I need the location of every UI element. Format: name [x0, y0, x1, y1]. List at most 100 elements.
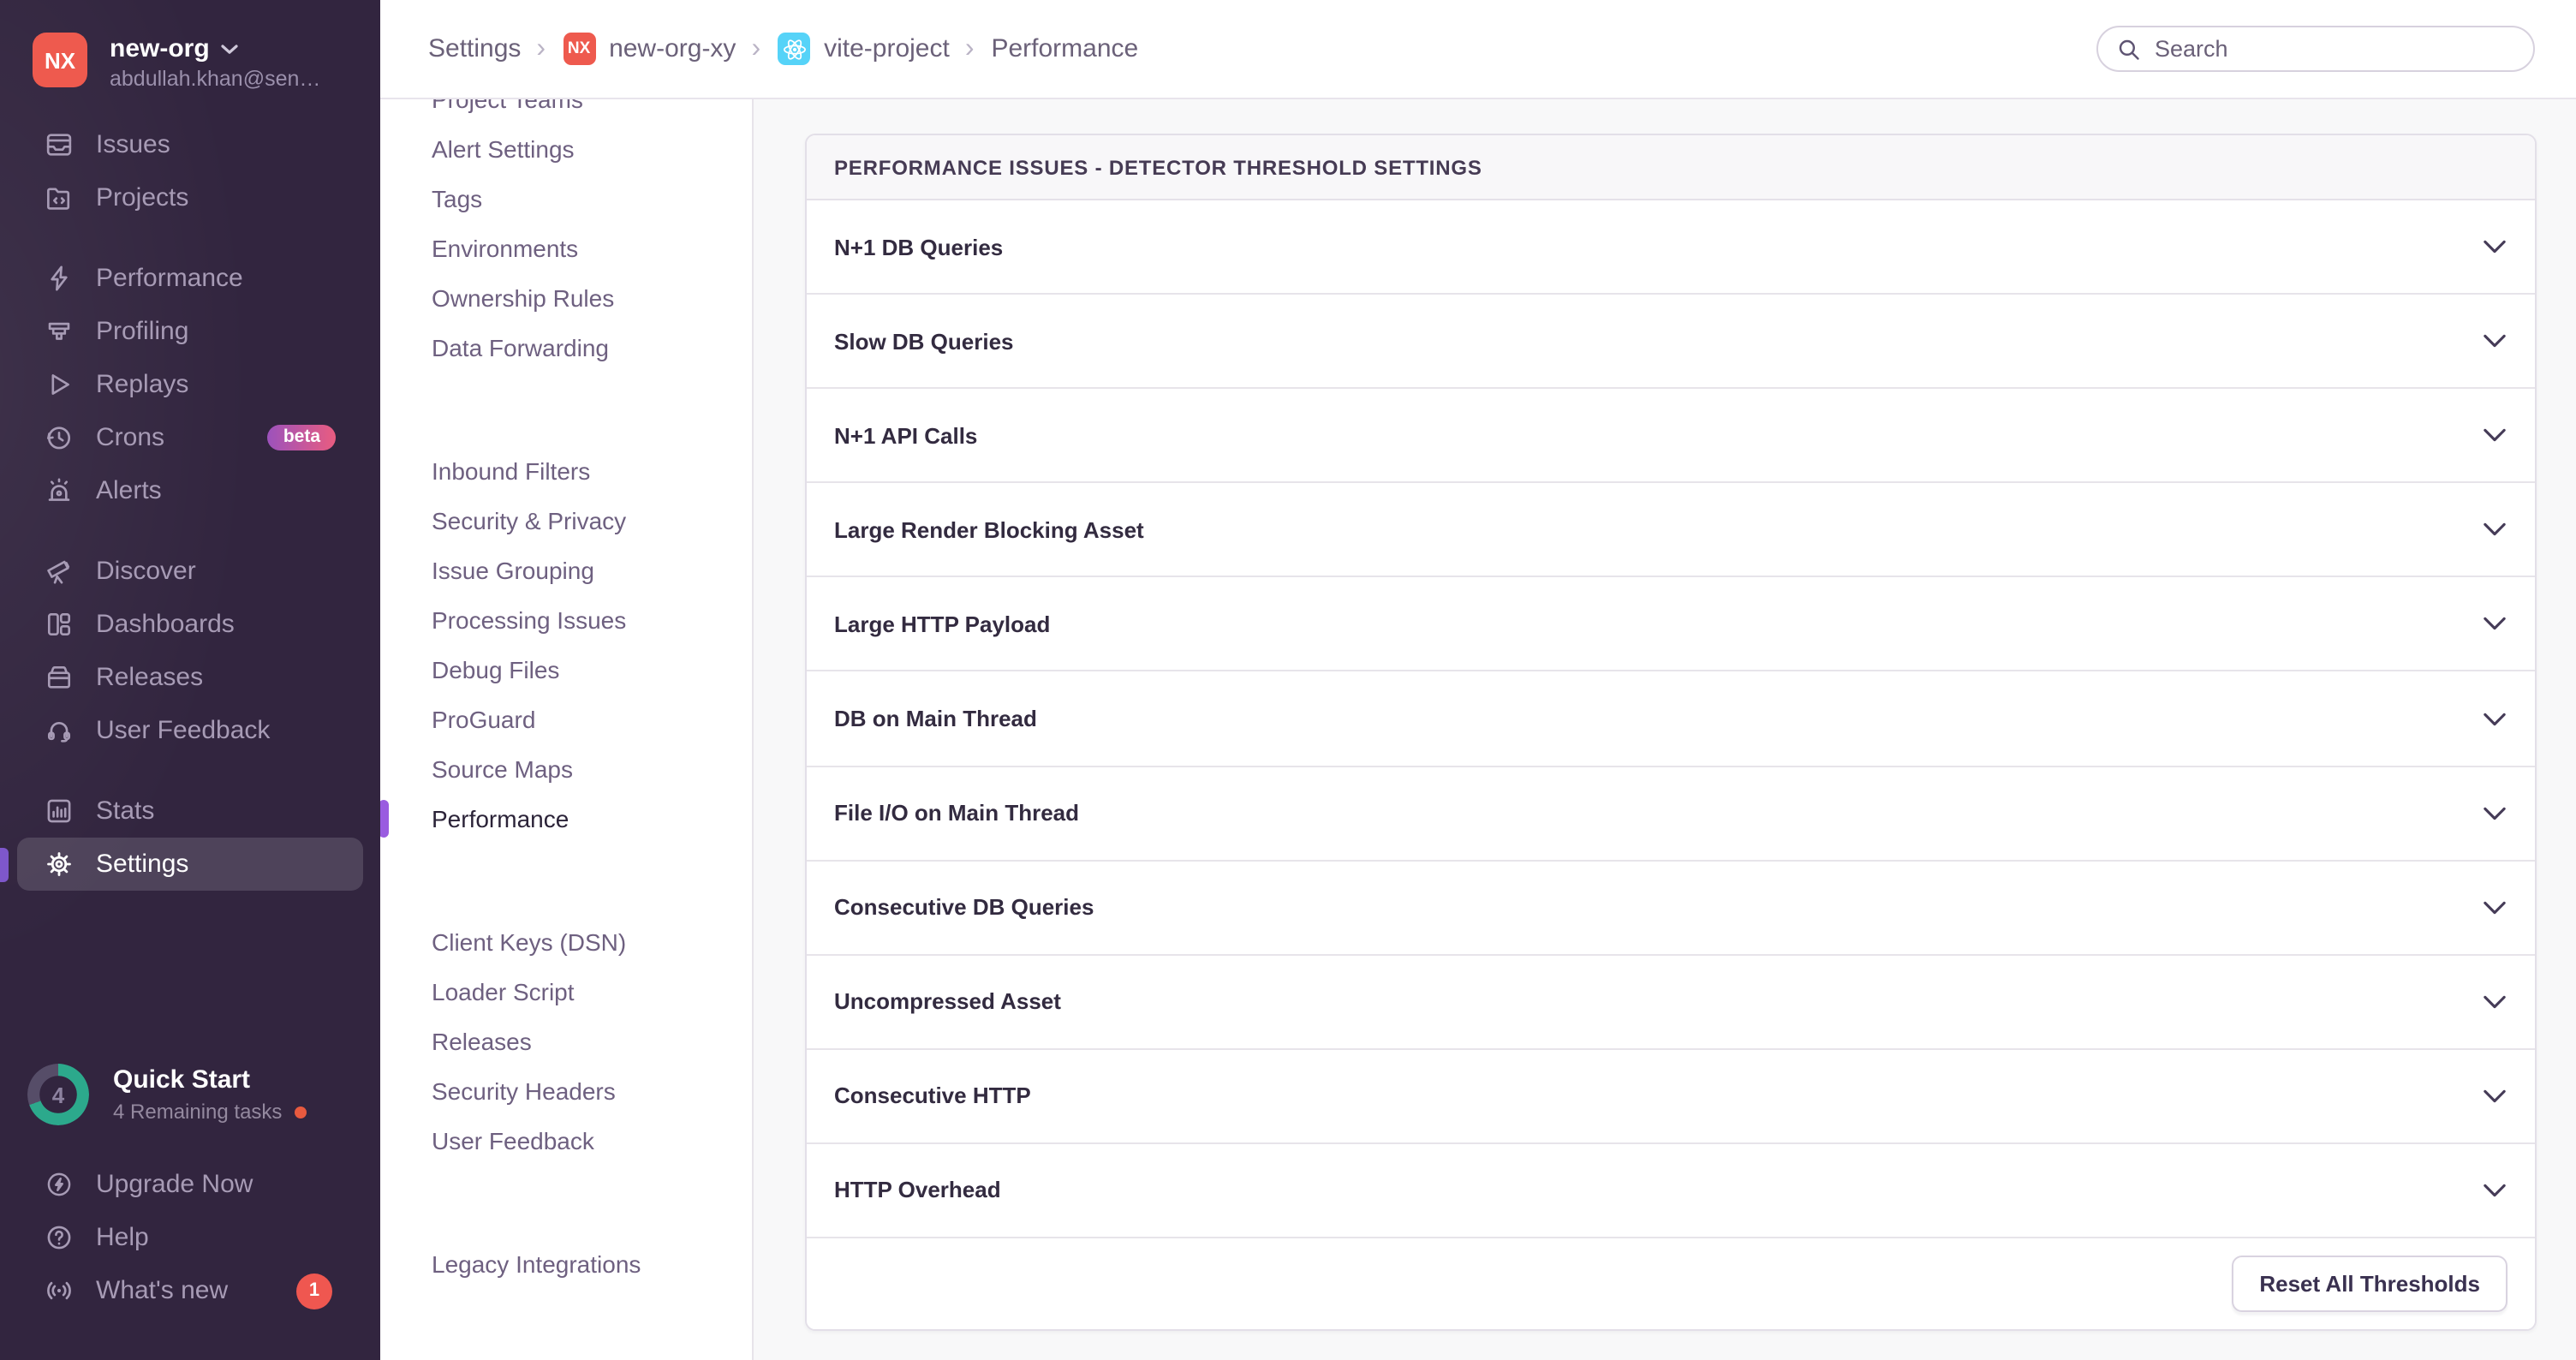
settings-nav-item[interactable]: Project Teams [380, 99, 752, 123]
detector-row[interactable]: Consecutive DB Queries [807, 861, 2535, 955]
dashboards-icon [45, 610, 74, 639]
user-feedback-icon [45, 716, 74, 745]
pending-task-dot [294, 1106, 306, 1118]
sidebar-nav-label: Alerts [96, 476, 162, 505]
settings-nav-item[interactable]: ProGuard [380, 694, 752, 743]
settings-nav-item[interactable]: Debug Files [380, 644, 752, 694]
detector-row[interactable]: HTTP Overhead [807, 1144, 2535, 1238]
sidebar-nav-item[interactable]: Performance [0, 252, 380, 305]
sidebar-nav-label: Settings [96, 850, 188, 879]
settings-nav-item[interactable]: Source Maps [380, 743, 752, 793]
sidebar-nav-label: Releases [96, 663, 203, 692]
app-root: NX new-org abdullah.khan@sen… Issues Pro… [0, 0, 2576, 1360]
settings-nav-item[interactable]: Ownership Rules [380, 272, 752, 322]
detector-label: Large Render Blocking Asset [834, 517, 2484, 543]
sidebar-nav-item[interactable]: Replays [0, 358, 380, 411]
settings-nav-label: Tags [432, 184, 482, 212]
sidebar-nav-item[interactable]: Profiling [0, 305, 380, 358]
sidebar-nav-item[interactable]: Alerts [0, 464, 380, 517]
settings-nav-item[interactable]: Environments [380, 223, 752, 272]
detector-row[interactable]: N+1 DB Queries [807, 200, 2535, 295]
help-icon [45, 1223, 74, 1252]
settings-nav-item[interactable]: Tags [380, 173, 752, 223]
chevron-down-icon [2484, 428, 2506, 442]
sidebar-nav-item[interactable]: Crons beta [0, 411, 380, 464]
settings-nav-item[interactable]: Performance [380, 793, 752, 843]
detector-row[interactable]: File I/O on Main Thread [807, 766, 2535, 861]
chevron-down-icon [2484, 1089, 2506, 1103]
sidebar-nav-item[interactable]: Issues [0, 118, 380, 171]
sidebar-nav-label: Stats [96, 796, 154, 826]
detector-row[interactable]: N+1 API Calls [807, 389, 2535, 483]
settings-nav-item[interactable]: Inbound Filters [380, 445, 752, 495]
settings-nav-label: Loader Script [432, 977, 575, 1005]
primary-sidebar: NX new-org abdullah.khan@sen… Issues Pro… [0, 0, 380, 1360]
settings-nav-item[interactable]: Loader Script [380, 966, 752, 1016]
breadcrumb-label: vite-project [824, 34, 950, 63]
detector-row[interactable]: Large HTTP Payload [807, 578, 2535, 672]
sidebar-nav-label: Discover [96, 557, 196, 586]
settings-nav-label: Security & Privacy [432, 506, 626, 534]
performance-icon [45, 264, 74, 293]
sidebar-footer-label: What's new [96, 1276, 228, 1305]
projects-icon [45, 183, 74, 212]
org-switcher[interactable]: NX new-org abdullah.khan@sen… [33, 33, 358, 91]
detector-label: Large HTTP Payload [834, 611, 2484, 637]
detector-row[interactable]: Slow DB Queries [807, 295, 2535, 389]
detector-row[interactable]: Large Render Blocking Asset [807, 484, 2535, 578]
sidebar-nav-item[interactable]: Discover [0, 545, 380, 598]
releases-icon [45, 663, 74, 692]
settings-nav-item[interactable]: Releases [380, 1016, 752, 1065]
alerts-icon [45, 476, 74, 505]
panel-title: PERFORMANCE ISSUES - DETECTOR THRESHOLD … [807, 135, 2535, 200]
settings-nav-label: Performance [432, 804, 569, 832]
search-input[interactable] [2155, 36, 2514, 62]
sidebar-nav-item[interactable]: Dashboards [0, 598, 380, 651]
settings-nav-item[interactable]: Data Forwarding [380, 322, 752, 372]
sidebar-nav-item[interactable]: Stats [0, 784, 380, 838]
quick-start-title: Quick Start [113, 1065, 250, 1095]
breadcrumb-label: new-org-xy [609, 34, 736, 63]
breadcrumb-item[interactable]: vite-project [751, 33, 949, 65]
settings-nav-item[interactable]: Security Headers [380, 1065, 752, 1115]
breadcrumb-item[interactable]: NX new-org-xy [536, 33, 736, 65]
detector-row[interactable]: Consecutive HTTP [807, 1050, 2535, 1144]
org-user-email: abdullah.khan@sen… [110, 67, 358, 91]
settings-nav-label: Releases [432, 1027, 532, 1054]
sidebar-footer-item[interactable]: Upgrade Now [0, 1158, 380, 1211]
sidebar-nav-label: Profiling [96, 317, 188, 346]
settings-nav-item[interactable]: Legacy Integrations [380, 1238, 752, 1288]
detector-label: Consecutive DB Queries [834, 894, 2484, 920]
chevron-down-icon [2484, 240, 2506, 254]
settings-nav-item[interactable]: User Feedback [380, 1115, 752, 1165]
notification-badge: 1 [296, 1273, 332, 1309]
sidebar-nav-item[interactable]: Projects [0, 171, 380, 224]
sidebar-footer-label: Help [96, 1223, 149, 1252]
sidebar-nav-item[interactable]: User Feedback [0, 704, 380, 757]
sidebar-nav-item[interactable]: Settings [0, 838, 380, 891]
breadcrumb-item[interactable]: Settings [428, 34, 521, 63]
search-box[interactable] [2096, 26, 2535, 72]
sidebar-nav-label: Issues [96, 130, 170, 159]
settings-nav-label: Inbound Filters [432, 456, 590, 484]
detector-label: DB on Main Thread [834, 706, 2484, 731]
settings-nav-item[interactable]: Alert Settings [380, 123, 752, 173]
settings-nav-item[interactable]: Client Keys (DSN) [380, 916, 752, 966]
quick-start-widget[interactable]: 4 Quick Start 4 Remaining tasks [27, 1064, 363, 1129]
settings-nav-label: Environments [432, 234, 578, 261]
sidebar-nav-label: Performance [96, 264, 243, 293]
beta-badge: beta [268, 425, 336, 451]
settings-nav-item[interactable]: Security & Privacy [380, 495, 752, 545]
sidebar-footer-nav: Upgrade Now Help What's new 1 [0, 1158, 380, 1317]
sidebar-footer-item[interactable]: What's new 1 [0, 1264, 380, 1317]
breadcrumb-item[interactable]: Performance [965, 33, 1138, 64]
detector-row[interactable]: Uncompressed Asset [807, 956, 2535, 1050]
detector-row[interactable]: DB on Main Thread [807, 672, 2535, 766]
sidebar-footer-item[interactable]: Help [0, 1211, 380, 1264]
sidebar-nav-item[interactable]: Releases [0, 651, 380, 704]
reset-all-thresholds-button[interactable]: Reset All Thresholds [2232, 1256, 2507, 1312]
settings-nav-item[interactable]: Issue Grouping [380, 545, 752, 594]
settings-nav-item[interactable]: Processing Issues [380, 594, 752, 644]
settings-nav-label: Issue Grouping [432, 556, 594, 583]
settings-nav-label: Alert Settings [432, 134, 575, 162]
